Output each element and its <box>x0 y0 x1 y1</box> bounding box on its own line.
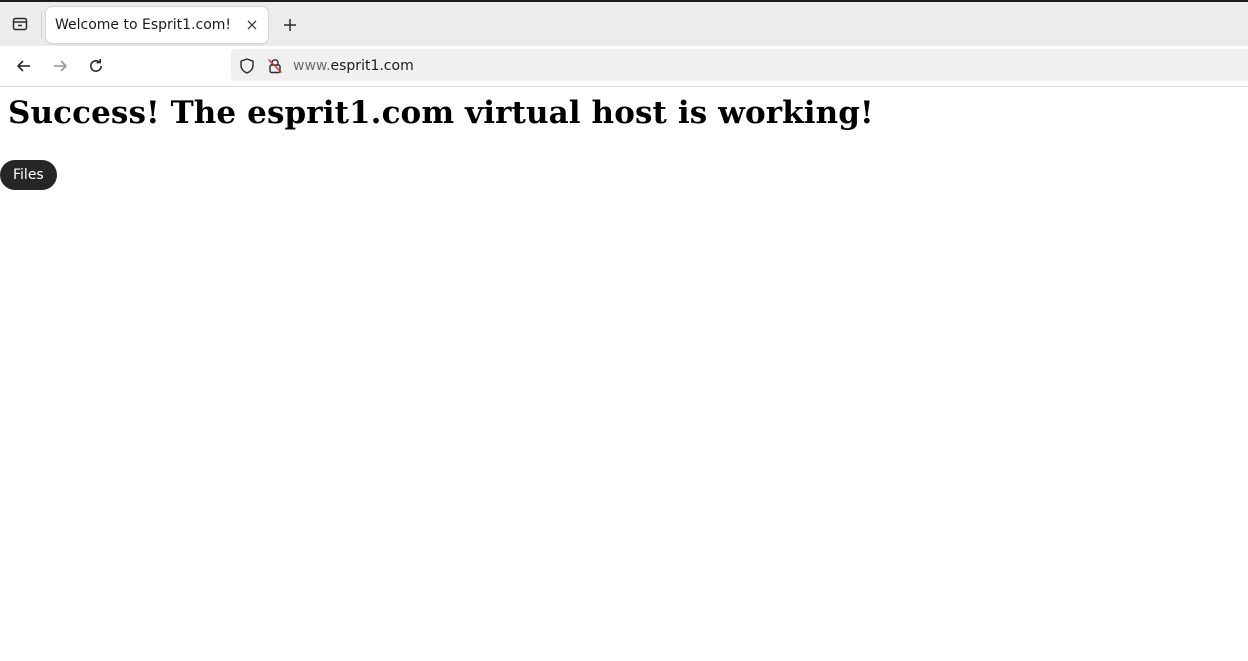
page-title: Success! The esprit1.com virtual host is… <box>8 95 874 131</box>
files-button[interactable]: Files <box>0 160 57 190</box>
url-domain: esprit1.com <box>330 58 414 74</box>
url-bar[interactable]: www.esprit1.com <box>231 49 1248 81</box>
plus-icon[interactable] <box>278 13 302 37</box>
insecure-lock-icon[interactable] <box>266 57 284 75</box>
tab-bar: Welcome to Esprit1.com! <box>0 2 1248 46</box>
close-icon[interactable] <box>242 15 262 35</box>
arrow-right-icon[interactable] <box>48 54 72 78</box>
shield-icon[interactable] <box>238 57 256 75</box>
tab-welcome[interactable]: Welcome to Esprit1.com! <box>46 7 268 43</box>
navigation-toolbar: www.esprit1.com <box>0 46 1248 87</box>
url-prefix: www. <box>293 58 331 74</box>
tab-separator <box>41 12 42 38</box>
arrow-left-icon[interactable] <box>12 54 36 78</box>
tab-overview-icon[interactable] <box>8 12 32 36</box>
tab-title: Welcome to Esprit1.com! <box>55 17 232 33</box>
reload-icon[interactable] <box>84 54 108 78</box>
url-text[interactable]: www.esprit1.com <box>293 58 414 74</box>
page-content: Success! The esprit1.com virtual host is… <box>0 87 1248 661</box>
browser-window: Welcome to Esprit1.com! www.esprit1.com … <box>0 0 1248 661</box>
